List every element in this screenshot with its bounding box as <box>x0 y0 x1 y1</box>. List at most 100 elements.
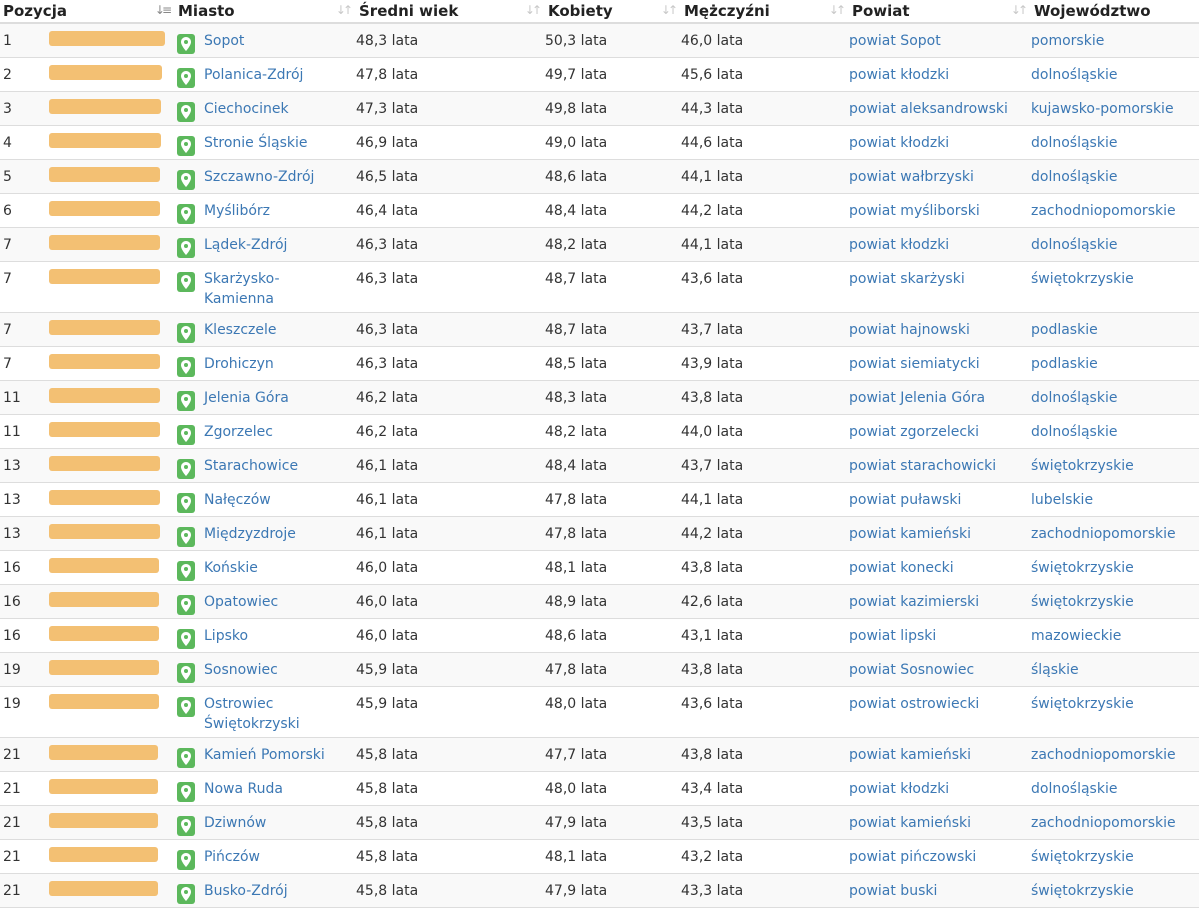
city-link[interactable]: Lipsko <box>204 626 334 646</box>
column-header-kobiety[interactable]: Kobiety ↓↑ <box>545 0 681 24</box>
wojewodztwo-link[interactable]: dolnośląskie <box>1031 237 1117 253</box>
city-link[interactable]: Dziwnów <box>204 813 334 833</box>
powiat-link[interactable]: powiat Sopot <box>849 33 941 49</box>
city-link[interactable]: Kleszczele <box>204 320 334 340</box>
wojewodztwo-link[interactable]: dolnośląskie <box>1031 67 1117 83</box>
map-pin-icon[interactable] <box>177 696 195 717</box>
powiat-link[interactable]: powiat kłodzki <box>849 67 949 83</box>
powiat-link[interactable]: powiat kazimierski <box>849 594 979 610</box>
map-pin-icon[interactable] <box>177 424 195 445</box>
sort-desc-icon[interactable]: ↓≡ <box>155 3 172 17</box>
city-link[interactable]: Polanica-Zdrój <box>204 65 334 85</box>
wojewodztwo-link[interactable]: świętokrzyskie <box>1031 560 1134 576</box>
map-pin-icon[interactable] <box>177 849 195 870</box>
map-pin-icon[interactable] <box>177 815 195 836</box>
map-pin-icon[interactable] <box>177 628 195 649</box>
city-link[interactable]: Sosnowiec <box>204 660 334 680</box>
city-link[interactable]: Jelenia Góra <box>204 388 334 408</box>
column-header-mezczyzni[interactable]: Mężczyźni ↓↑ <box>681 0 849 24</box>
wojewodztwo-link[interactable]: świętokrzyskie <box>1031 594 1134 610</box>
city-link[interactable]: Pińczów <box>204 847 334 867</box>
city-link[interactable]: Końskie <box>204 558 334 578</box>
wojewodztwo-link[interactable]: dolnośląskie <box>1031 135 1117 151</box>
sort-icon[interactable]: ↓↑ <box>829 3 846 17</box>
wojewodztwo-link[interactable]: świętokrzyskie <box>1031 696 1134 712</box>
powiat-link[interactable]: powiat kłodzki <box>849 135 949 151</box>
city-link[interactable]: Sopot <box>204 31 334 51</box>
column-header-wojewodztwo[interactable]: Województwo <box>1031 0 1199 24</box>
map-pin-icon[interactable] <box>177 271 195 292</box>
powiat-link[interactable]: powiat zgorzelecki <box>849 424 979 440</box>
city-link[interactable]: Ostrowiec Świętokrzyski <box>204 694 334 734</box>
wojewodztwo-link[interactable]: dolnośląskie <box>1031 169 1117 185</box>
map-pin-icon[interactable] <box>177 203 195 224</box>
wojewodztwo-link[interactable]: zachodniopomorskie <box>1031 203 1176 219</box>
city-link[interactable]: Międzyzdroje <box>204 524 334 544</box>
map-pin-icon[interactable] <box>177 34 195 54</box>
wojewodztwo-link[interactable]: kujawsko-pomorskie <box>1031 101 1174 117</box>
map-pin-icon[interactable] <box>177 322 195 343</box>
wojewodztwo-link[interactable]: dolnośląskie <box>1031 781 1117 797</box>
city-link[interactable]: Zgorzelec <box>204 422 334 442</box>
powiat-link[interactable]: powiat konecki <box>849 560 954 576</box>
map-pin-icon[interactable] <box>177 458 195 479</box>
wojewodztwo-link[interactable]: świętokrzyskie <box>1031 883 1134 899</box>
powiat-link[interactable]: powiat hajnowski <box>849 322 970 338</box>
column-header-pozycja[interactable]: Pozycja ↓≡ <box>0 0 175 24</box>
wojewodztwo-link[interactable]: świętokrzyskie <box>1031 458 1134 474</box>
powiat-link[interactable]: powiat ostrowiecki <box>849 696 979 712</box>
map-pin-icon[interactable] <box>177 169 195 190</box>
wojewodztwo-link[interactable]: podlaskie <box>1031 356 1098 372</box>
map-pin-icon[interactable] <box>177 747 195 768</box>
map-pin-icon[interactable] <box>177 594 195 615</box>
map-pin-icon[interactable] <box>177 237 195 258</box>
map-pin-icon[interactable] <box>177 560 195 581</box>
wojewodztwo-link[interactable]: dolnośląskie <box>1031 424 1117 440</box>
powiat-link[interactable]: powiat buski <box>849 883 937 899</box>
wojewodztwo-link[interactable]: podlaskie <box>1031 322 1098 338</box>
sort-icon[interactable]: ↓↑ <box>1011 3 1028 17</box>
city-link[interactable]: Nowa Ruda <box>204 779 334 799</box>
wojewodztwo-link[interactable]: lubelskie <box>1031 492 1093 508</box>
city-link[interactable]: Opatowiec <box>204 592 334 612</box>
powiat-link[interactable]: powiat aleksandrowski <box>849 101 1008 117</box>
powiat-link[interactable]: powiat starachowicki <box>849 458 996 474</box>
city-link[interactable]: Drohiczyn <box>204 354 334 374</box>
map-pin-icon[interactable] <box>177 356 195 377</box>
map-pin-icon[interactable] <box>177 135 195 156</box>
wojewodztwo-link[interactable]: dolnośląskie <box>1031 390 1117 406</box>
powiat-link[interactable]: powiat kamieński <box>849 526 971 542</box>
sort-icon[interactable]: ↓↑ <box>661 3 678 17</box>
column-header-powiat[interactable]: Powiat ↓↑ <box>849 0 1031 24</box>
wojewodztwo-link[interactable]: świętokrzyskie <box>1031 271 1134 287</box>
powiat-link[interactable]: powiat Sosnowiec <box>849 662 974 678</box>
city-link[interactable]: Nałęczów <box>204 490 334 510</box>
city-link[interactable]: Busko-Zdrój <box>204 881 334 901</box>
wojewodztwo-link[interactable]: zachodniopomorskie <box>1031 526 1176 542</box>
map-pin-icon[interactable] <box>177 526 195 547</box>
powiat-link[interactable]: powiat lipski <box>849 628 936 644</box>
map-pin-icon[interactable] <box>177 883 195 904</box>
city-link[interactable]: Starachowice <box>204 456 334 476</box>
wojewodztwo-link[interactable]: pomorskie <box>1031 33 1104 49</box>
city-link[interactable]: Myślibórz <box>204 201 334 221</box>
wojewodztwo-link[interactable]: mazowieckie <box>1031 628 1121 644</box>
sort-icon[interactable]: ↓↑ <box>525 3 542 17</box>
powiat-link[interactable]: powiat kamieński <box>849 815 971 831</box>
wojewodztwo-link[interactable]: zachodniopomorskie <box>1031 747 1176 763</box>
city-link[interactable]: Szczawno-Zdrój <box>204 167 334 187</box>
powiat-link[interactable]: powiat siemiatycki <box>849 356 980 372</box>
wojewodztwo-link[interactable]: świętokrzyskie <box>1031 849 1134 865</box>
powiat-link[interactable]: powiat skarżyski <box>849 271 965 287</box>
column-header-sredni-wiek[interactable]: Średni wiek ↓↑ <box>356 0 545 24</box>
powiat-link[interactable]: powiat myśliborski <box>849 203 980 219</box>
map-pin-icon[interactable] <box>177 781 195 802</box>
powiat-link[interactable]: powiat wałbrzyski <box>849 169 974 185</box>
city-link[interactable]: Skarżysko- Kamienna <box>204 269 334 309</box>
powiat-link[interactable]: powiat pińczowski <box>849 849 976 865</box>
map-pin-icon[interactable] <box>177 492 195 513</box>
map-pin-icon[interactable] <box>177 390 195 411</box>
city-link[interactable]: Lądek-Zdrój <box>204 235 334 255</box>
wojewodztwo-link[interactable]: śląskie <box>1031 662 1079 678</box>
wojewodztwo-link[interactable]: zachodniopomorskie <box>1031 815 1176 831</box>
